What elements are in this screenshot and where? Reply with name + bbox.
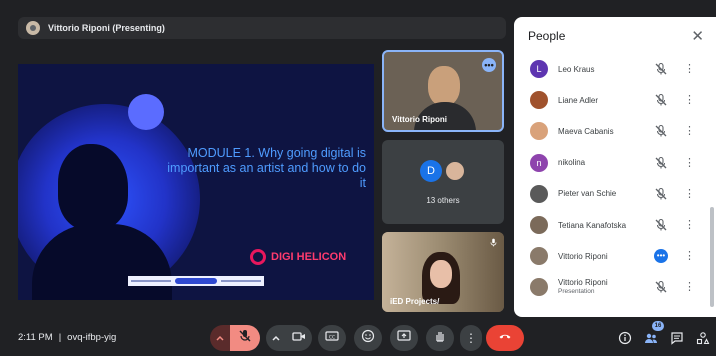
panel-header: People ✕ bbox=[514, 17, 716, 55]
mic-off-icon[interactable] bbox=[654, 62, 668, 76]
tile-label: Vittorio Riponi bbox=[392, 115, 447, 124]
participant-name: Tetiana Kanafotska bbox=[558, 220, 627, 230]
info-icon[interactable] bbox=[618, 331, 632, 345]
participant-row[interactable]: Pieter van Schie ⋮ bbox=[514, 180, 714, 208]
mic-options-button[interactable] bbox=[210, 325, 230, 351]
more-vert-icon[interactable]: ⋮ bbox=[684, 124, 695, 138]
avatar: D bbox=[420, 160, 442, 182]
avatar bbox=[444, 160, 466, 182]
participant-name: Leo Kraus bbox=[558, 64, 595, 74]
captions-button[interactable]: CC bbox=[318, 325, 346, 351]
participant-tile-ied[interactable]: iED Projects/ bbox=[382, 232, 504, 312]
avatar bbox=[530, 122, 548, 141]
slide-moon bbox=[128, 94, 164, 130]
closed-caption-icon: CC bbox=[325, 329, 339, 348]
participant-name: Vittorio Riponi bbox=[558, 251, 608, 261]
more-vert-icon[interactable]: ⋮ bbox=[684, 280, 695, 294]
more-vert-icon[interactable]: ⋮ bbox=[684, 187, 695, 201]
mic-off-icon[interactable] bbox=[654, 218, 668, 232]
avatar bbox=[530, 216, 548, 234]
more-vert-icon[interactable]: ⋮ bbox=[684, 218, 695, 232]
leave-call-button[interactable] bbox=[486, 325, 524, 351]
mic-off-icon[interactable] bbox=[654, 124, 668, 138]
slide-brand: DIGI HELICON bbox=[250, 249, 346, 265]
slide-title: MODULE 1. Why going digital is important… bbox=[167, 146, 366, 190]
participant-tile-vittorio[interactable]: ••• Vittorio Riponi bbox=[382, 50, 504, 132]
more-vert-icon: ⋮ bbox=[465, 331, 477, 345]
emoji-icon bbox=[361, 329, 375, 348]
close-icon[interactable]: ✕ bbox=[691, 27, 704, 45]
more-vert-icon[interactable]: ⋮ bbox=[684, 93, 695, 107]
tile-label: iED Projects/ bbox=[390, 297, 440, 306]
more-vert-icon[interactable]: ⋮ bbox=[684, 249, 695, 263]
participant-row[interactable]: Vittorio Riponi Presentation ⋮ bbox=[514, 273, 714, 301]
mic-off-icon[interactable] bbox=[654, 156, 668, 170]
avatar: n bbox=[530, 153, 548, 172]
participant-name: Maeva Cabanis bbox=[558, 126, 614, 136]
hand-icon bbox=[433, 329, 447, 348]
others-count: 13 others bbox=[426, 196, 460, 205]
avatar: L bbox=[530, 60, 548, 78]
people-count-badge: 16 bbox=[652, 321, 664, 331]
reactions-button[interactable] bbox=[354, 325, 382, 351]
panel-title: People bbox=[528, 29, 566, 43]
participant-video bbox=[428, 66, 460, 106]
more-horiz-icon[interactable]: ••• bbox=[654, 249, 668, 264]
mic-off-icon[interactable] bbox=[654, 187, 668, 201]
camera-options-button[interactable] bbox=[266, 325, 286, 351]
mic-off-icon bbox=[238, 329, 252, 348]
mic-off-icon[interactable] bbox=[654, 93, 668, 107]
presenter-banner: Vittorio Riponi (Presenting) bbox=[18, 17, 506, 39]
activities-icon[interactable] bbox=[696, 331, 710, 345]
participant-row[interactable]: Liane Adler ⋮ bbox=[514, 86, 714, 114]
participant-row[interactable]: L Leo Kraus ⋮ bbox=[514, 55, 714, 83]
more-horiz-icon[interactable]: ••• bbox=[482, 58, 496, 72]
avatar bbox=[530, 247, 548, 266]
participant-subtitle: Presentation bbox=[558, 288, 595, 296]
mic-icon bbox=[489, 238, 498, 249]
participant-name: Vittorio Riponi bbox=[558, 278, 608, 288]
present-button[interactable] bbox=[390, 325, 418, 351]
meeting-info: 2:11 PM | ovq-ifbp-yig bbox=[18, 332, 116, 343]
participant-name: nikolina bbox=[558, 158, 586, 168]
svg-text:CC: CC bbox=[329, 334, 335, 340]
more-options-button[interactable]: ⋮ bbox=[460, 325, 482, 351]
participant-row[interactable]: Vittorio Riponi ••• ⋮ bbox=[514, 242, 714, 270]
more-vert-icon[interactable]: ⋮ bbox=[684, 156, 695, 170]
participant-row[interactable]: n nikolina ⋮ bbox=[514, 149, 714, 177]
avatar bbox=[530, 91, 548, 110]
meeting-code: ovq-ifbp-yig bbox=[67, 332, 117, 343]
chat-icon[interactable] bbox=[670, 331, 684, 345]
presenter-name: Vittorio Riponi (Presenting) bbox=[48, 23, 165, 33]
brand-logo-icon bbox=[250, 249, 266, 265]
camera-toggle-button[interactable] bbox=[286, 325, 312, 351]
brand-name: DIGI HELICON bbox=[271, 251, 347, 263]
call-end-icon bbox=[498, 329, 512, 348]
more-vert-icon[interactable]: ⋮ bbox=[684, 62, 695, 76]
videocam-icon bbox=[292, 329, 306, 348]
participant-name: Pieter van Schie bbox=[558, 189, 617, 199]
people-panel: People ✕ L Leo Kraus ⋮ Liane Adler ⋮ Maeva Ca… bbox=[514, 17, 716, 317]
participant-row[interactable]: Tetiana Kanafotska ⋮ bbox=[514, 211, 714, 239]
slide-silhouette-head bbox=[58, 144, 128, 230]
avatar bbox=[530, 184, 548, 203]
avatar bbox=[530, 278, 548, 297]
slide-caption-bar bbox=[128, 276, 264, 286]
separator: | bbox=[58, 332, 62, 343]
scrollbar[interactable] bbox=[710, 207, 714, 307]
present-icon bbox=[397, 329, 411, 348]
volume-off-icon[interactable] bbox=[654, 280, 668, 294]
raise-hand-button[interactable] bbox=[426, 325, 454, 351]
participant-row[interactable]: Maeva Cabanis ⋮ bbox=[514, 117, 714, 145]
presenter-avatar bbox=[26, 21, 40, 35]
clock: 2:11 PM bbox=[18, 332, 53, 343]
participant-name: Liane Adler bbox=[558, 95, 599, 105]
mic-toggle-button[interactable] bbox=[230, 325, 260, 351]
participant-tile-others[interactable]: D 13 others bbox=[382, 140, 504, 224]
people-icon[interactable] bbox=[644, 331, 658, 345]
shared-screen[interactable]: MODULE 1. Why going digital is important… bbox=[18, 64, 374, 300]
